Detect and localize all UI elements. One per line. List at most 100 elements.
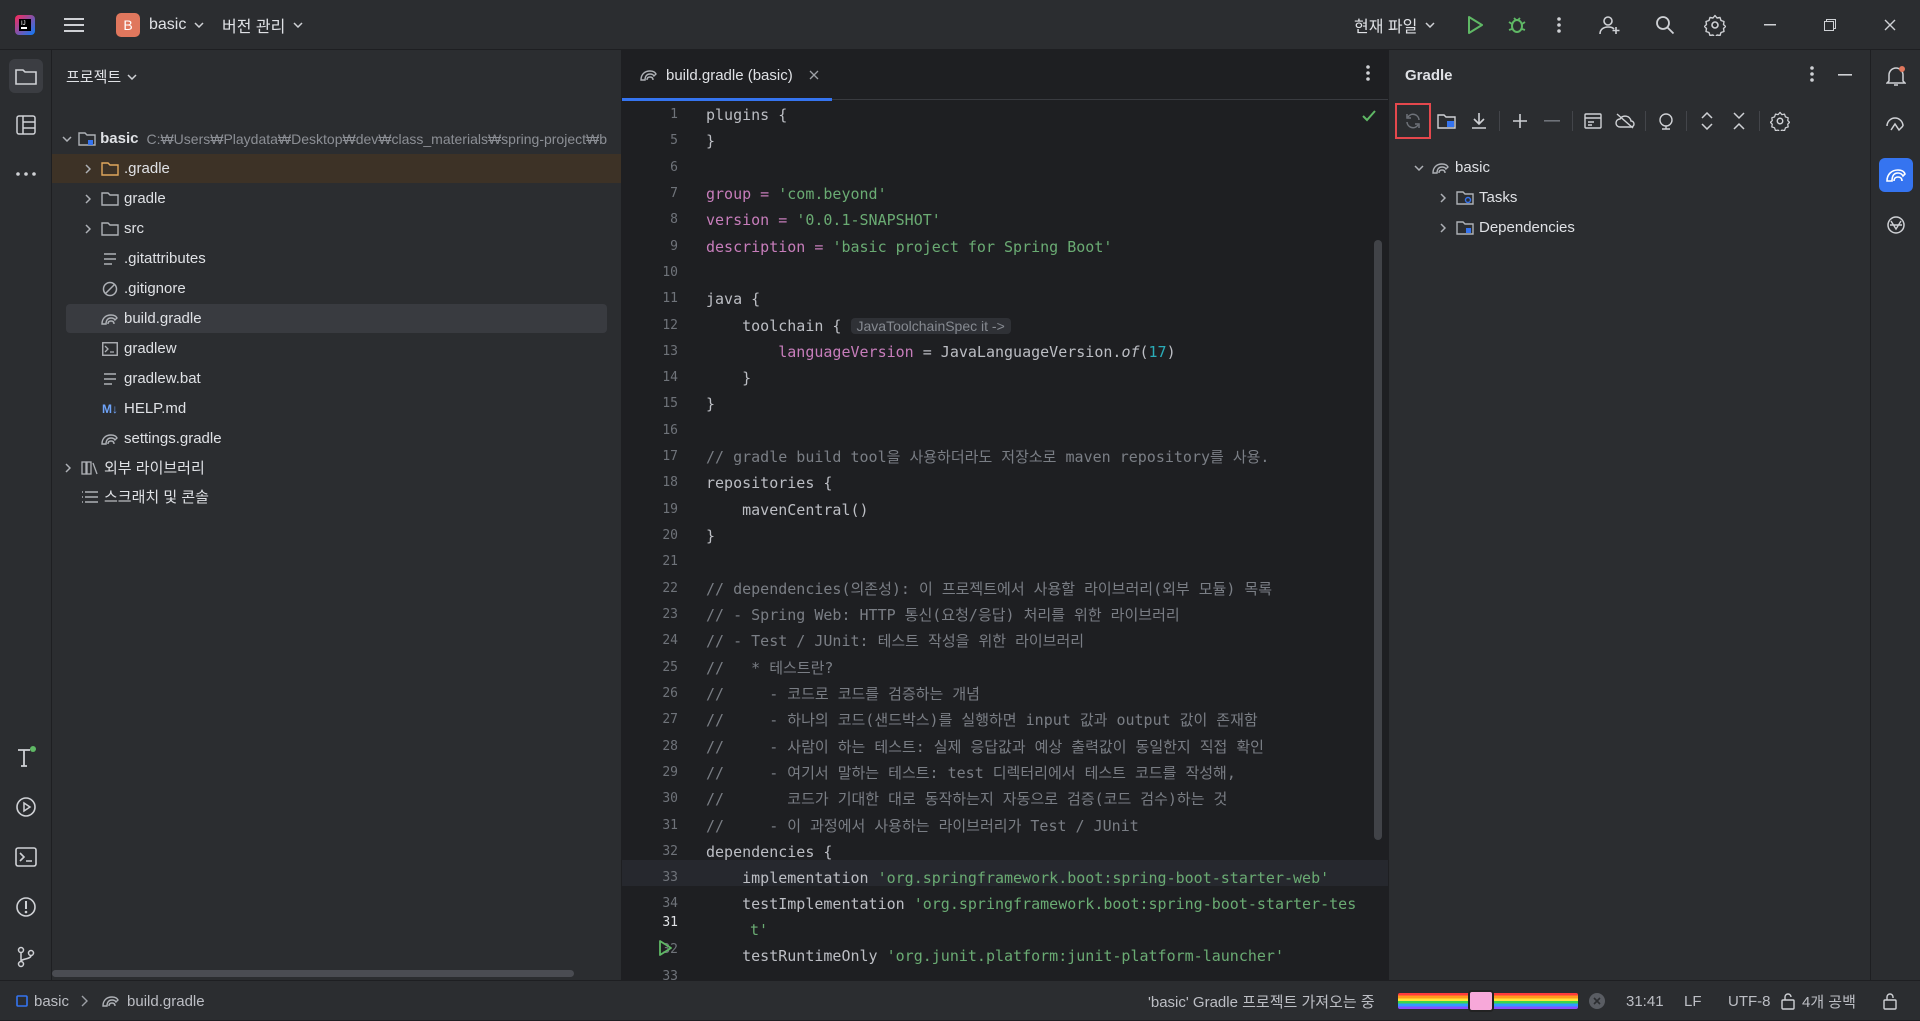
- code-line: }: [706, 369, 752, 387]
- gradle-tree-dependencies[interactable]: Dependencies: [1435, 213, 1856, 242]
- editor-tab-bar: build.gradle (basic): [622, 50, 1388, 101]
- vcs-menu[interactable]: 버전 관리: [208, 0, 318, 50]
- line-number: 28: [662, 739, 678, 754]
- run-button[interactable]: [1454, 0, 1496, 50]
- tree-item-src[interactable]: src: [66, 214, 607, 243]
- gradle-panel-title: Gradle: [1405, 67, 1453, 84]
- indent-settings[interactable]: 4개 공백: [1780, 981, 1856, 1021]
- reload-gradle-project-icon[interactable]: [1395, 103, 1431, 139]
- problems-tool-icon[interactable]: [9, 890, 43, 924]
- collapse-all-icon[interactable]: [1723, 105, 1755, 137]
- build-tool-icon[interactable]: [9, 740, 43, 774]
- hide-panel-icon[interactable]: [1838, 74, 1852, 76]
- expand-all-icon[interactable]: [1691, 105, 1723, 137]
- tab-label: build.gradle (basic): [666, 66, 793, 84]
- analyze-dependencies-icon[interactable]: [1650, 105, 1682, 137]
- tree-item-dot-gradle[interactable]: .gradle: [52, 154, 621, 183]
- editor-tabs-more-icon[interactable]: [1366, 65, 1370, 81]
- gradle-file-icon: [100, 312, 120, 326]
- run-gutter-icon[interactable]: [658, 940, 672, 956]
- chevron-right-icon[interactable]: [1435, 192, 1451, 203]
- chevron-down-icon[interactable]: [1411, 164, 1427, 171]
- tree-item-label: .gitattributes: [124, 250, 206, 267]
- run-icon: [1468, 15, 1483, 34]
- gradle-tree-tasks[interactable]: Tasks: [1435, 183, 1856, 212]
- lock-icon: [1781, 993, 1795, 1010]
- code-token: description =: [706, 238, 833, 256]
- tree-item-help-md[interactable]: M↓ HELP.md: [66, 394, 607, 423]
- main-menu-icon[interactable]: [50, 0, 98, 50]
- tree-external-libraries[interactable]: 외부 라이브러리: [60, 453, 607, 482]
- maven-tool-icon[interactable]: [1879, 208, 1913, 242]
- chevron-down-icon[interactable]: [60, 135, 74, 142]
- code-line: java {: [706, 290, 761, 308]
- project-panel-header[interactable]: 프로젝트: [66, 66, 137, 87]
- offline-mode-icon[interactable]: [1609, 105, 1641, 137]
- project-switcher[interactable]: B basic: [98, 0, 208, 50]
- ai-assistant-icon[interactable]: [1879, 109, 1913, 143]
- debug-button[interactable]: [1496, 0, 1538, 50]
- code-area[interactable]: plugins { } group = 'com.beyond' version…: [706, 100, 1368, 980]
- module-icon: [16, 995, 28, 1007]
- add-icon[interactable]: [1504, 105, 1536, 137]
- add-user-icon[interactable]: [1580, 0, 1640, 50]
- chevron-right-icon[interactable]: [80, 193, 96, 204]
- minimize-icon[interactable]: [1740, 0, 1800, 50]
- readonly-toggle[interactable]: [1882, 981, 1898, 1021]
- tree-item-gitattributes[interactable]: .gitattributes: [66, 244, 607, 273]
- breadcrumb: basic build.gradle: [16, 981, 205, 1021]
- gradle-tree-label: Tasks: [1479, 189, 1518, 206]
- chevron-right-icon[interactable]: [80, 223, 96, 234]
- run-config-selector[interactable]: 현재 파일: [1354, 0, 1454, 50]
- gradle-more-icon[interactable]: [1810, 66, 1814, 82]
- editor-vertical-scrollbar[interactable]: [1374, 240, 1382, 840]
- caret-position[interactable]: 31:41: [1626, 981, 1664, 1021]
- tree-item-gitignore[interactable]: .gitignore: [66, 274, 607, 303]
- code-line: // - 하나의 코드(샌드박스)를 실행하면 input 값과 output …: [706, 711, 1258, 729]
- settings-gear-icon[interactable]: [1690, 0, 1740, 50]
- execute-task-icon[interactable]: [1577, 105, 1609, 137]
- close-window-icon[interactable]: [1860, 0, 1920, 50]
- more-actions-icon[interactable]: [1538, 0, 1580, 50]
- tree-item-settings-gradle[interactable]: settings.gradle: [66, 424, 607, 453]
- link-gradle-project-icon[interactable]: [1431, 105, 1463, 137]
- file-encoding-text: UTF-8: [1728, 992, 1771, 1010]
- tree-scratches[interactable]: 스크래치 및 콘솔: [60, 482, 607, 511]
- more-tools-icon[interactable]: [9, 157, 43, 191]
- cancel-task-button[interactable]: [1588, 981, 1606, 1021]
- project-hscrollbar[interactable]: [52, 968, 622, 980]
- gradle-settings-icon[interactable]: [1764, 105, 1796, 137]
- line-separator[interactable]: LF: [1684, 981, 1702, 1021]
- tree-item-gradlew-bat[interactable]: gradlew.bat: [66, 364, 607, 393]
- remove-icon[interactable]: [1536, 105, 1568, 137]
- tree-item-gradlew[interactable]: gradlew: [66, 334, 607, 363]
- breadcrumb-file[interactable]: build.gradle: [127, 993, 205, 1010]
- tab-build-gradle[interactable]: build.gradle (basic): [622, 50, 832, 101]
- breadcrumb-project[interactable]: basic: [34, 993, 69, 1010]
- restore-window-icon[interactable]: [1800, 0, 1860, 50]
- chevron-right-icon[interactable]: [1435, 222, 1451, 233]
- search-icon[interactable]: [1640, 0, 1690, 50]
- code-line: }: [706, 527, 716, 545]
- tree-root-basic[interactable]: basic C:₩Users₩Playdata₩Desktop₩dev₩clas…: [60, 124, 607, 153]
- chevron-down-icon: [293, 21, 303, 28]
- terminal-tool-icon[interactable]: [9, 840, 43, 874]
- tree-item-gradle[interactable]: gradle: [66, 184, 607, 213]
- git-tool-icon[interactable]: [9, 940, 43, 974]
- structure-tool-icon[interactable]: [9, 108, 43, 142]
- app-logo-icon[interactable]: IJ: [0, 0, 50, 50]
- gradle-tree-root[interactable]: basic: [1411, 153, 1856, 182]
- chevron-right-icon[interactable]: [80, 163, 96, 174]
- services-tool-icon[interactable]: [9, 790, 43, 824]
- project-tool-icon[interactable]: [9, 59, 43, 93]
- scratches-icon: [80, 490, 100, 504]
- tree-item-build-gradle[interactable]: build.gradle: [66, 304, 607, 333]
- close-tab-icon[interactable]: [809, 70, 819, 80]
- line-number: 26: [662, 686, 678, 701]
- chevron-right-icon[interactable]: [60, 462, 76, 473]
- background-task[interactable]: 'basic' Gradle 프로젝트 가져오는 중: [1148, 981, 1375, 1021]
- file-encoding[interactable]: UTF-8: [1728, 981, 1771, 1021]
- gradle-tool-icon[interactable]: [1879, 158, 1913, 192]
- notifications-bell-icon[interactable]: [1879, 59, 1913, 93]
- download-sources-icon[interactable]: [1463, 105, 1495, 137]
